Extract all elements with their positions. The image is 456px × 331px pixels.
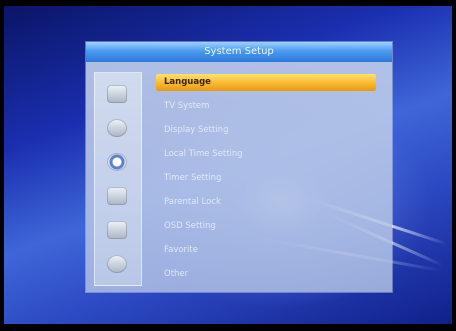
lock-icon[interactable] <box>107 187 127 205</box>
menu-item-parental-lock[interactable]: Parental Lock <box>156 194 376 211</box>
menu-item-other[interactable]: Other <box>156 266 376 283</box>
tv-screen: System Setup Language TV System Display … <box>4 6 452 324</box>
tv-icon[interactable] <box>107 85 127 103</box>
menu-item-local-time-setting[interactable]: Local Time Setting <box>156 146 376 163</box>
category-sidebar <box>94 72 142 286</box>
menu-item-display-setting[interactable]: Display Setting <box>156 122 376 139</box>
menu-item-language[interactable]: Language <box>156 74 376 91</box>
menu-item-timer-setting[interactable]: Timer Setting <box>156 170 376 187</box>
clock-icon[interactable] <box>107 255 127 273</box>
system-setup-dialog: System Setup Language TV System Display … <box>86 42 392 292</box>
gear-icon[interactable] <box>107 153 127 171</box>
menu-item-favorite[interactable]: Favorite <box>156 242 376 259</box>
menu-item-tv-system[interactable]: TV System <box>156 98 376 115</box>
menu-item-osd-setting[interactable]: OSD Setting <box>156 218 376 235</box>
user-icon[interactable] <box>107 119 127 137</box>
satellite-icon[interactable] <box>107 221 127 239</box>
dialog-title: System Setup <box>86 42 392 62</box>
